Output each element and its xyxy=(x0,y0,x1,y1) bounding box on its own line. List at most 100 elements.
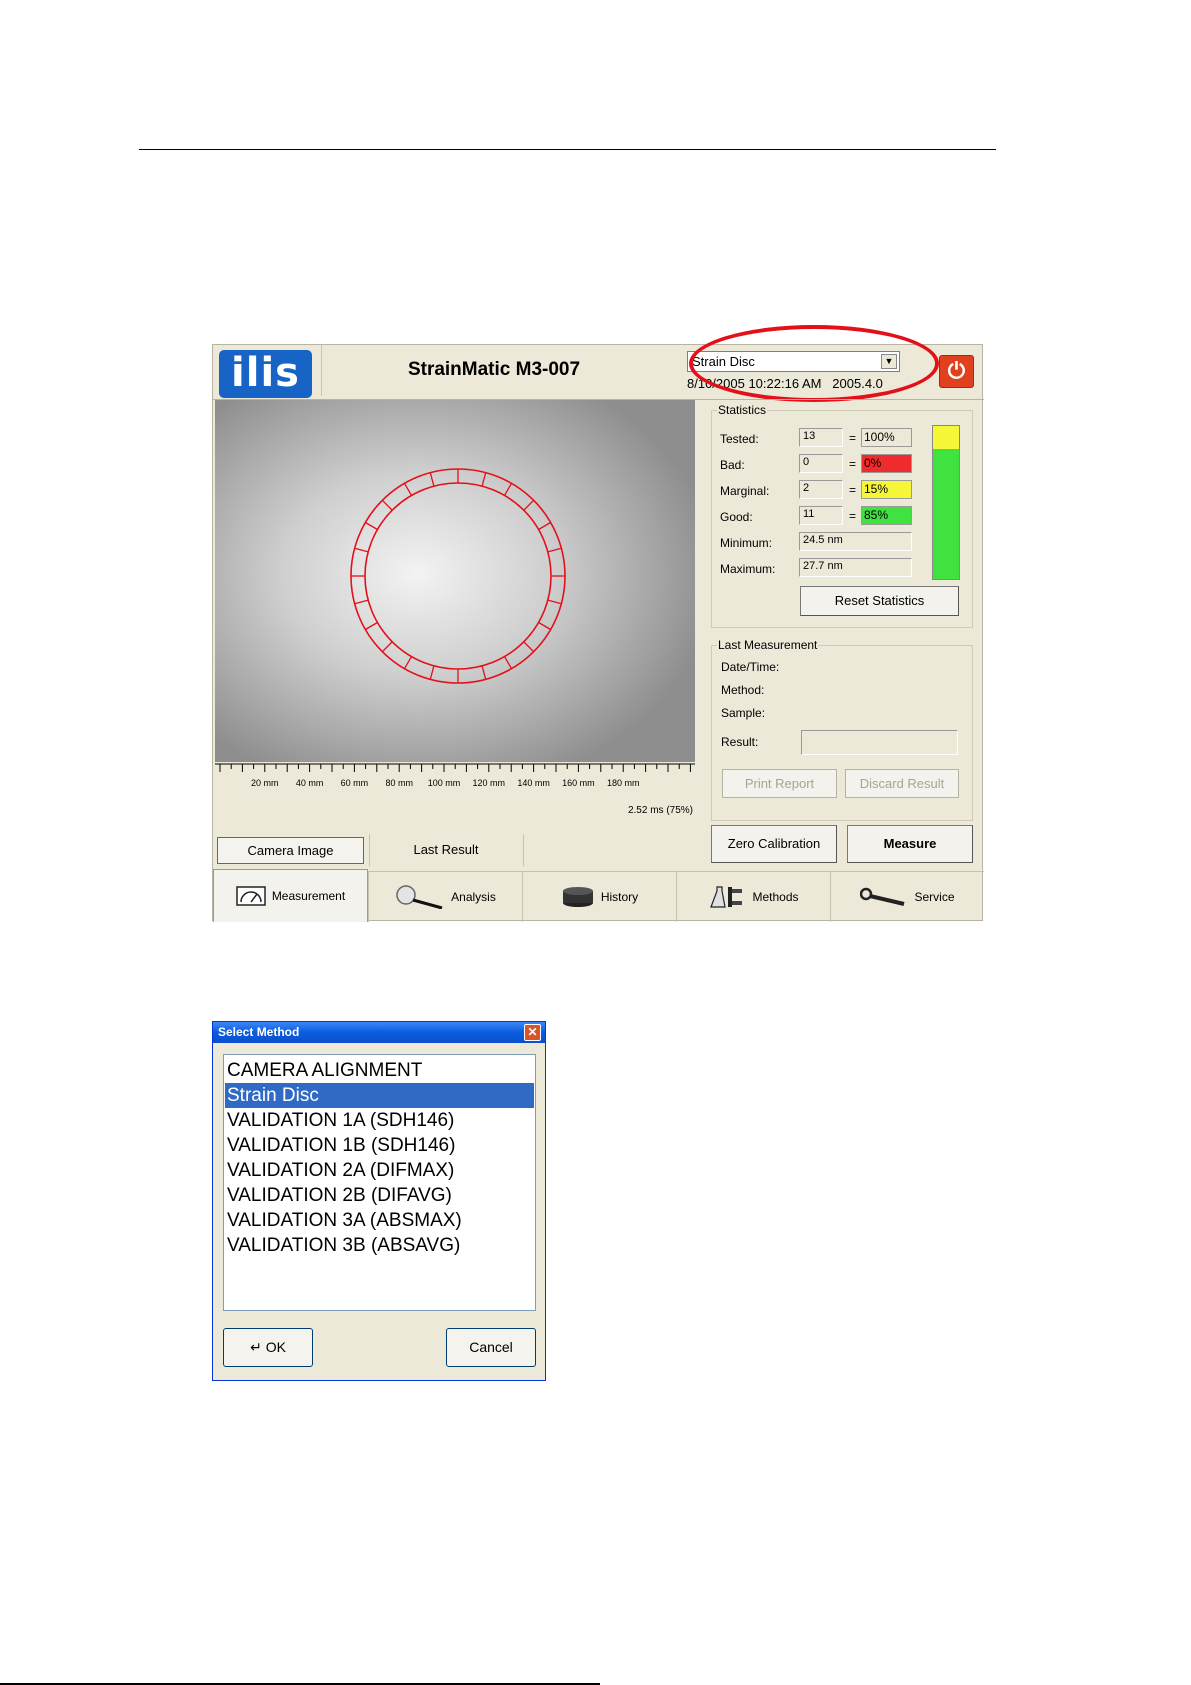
highlight-ellipse xyxy=(689,325,939,402)
tested-percent: 100% xyxy=(861,428,912,447)
ring-segment-tick xyxy=(381,499,393,511)
bad-percent: 0% xyxy=(861,454,912,473)
ring-segment-tick xyxy=(403,656,413,669)
quality-bar xyxy=(932,425,960,580)
reset-statistics-button[interactable]: Reset Statistics xyxy=(800,586,959,616)
close-icon[interactable]: ✕ xyxy=(524,1024,541,1041)
wrench-icon xyxy=(860,887,905,906)
ruler-label: 80 mm xyxy=(385,778,413,788)
ring-segment-tick xyxy=(523,641,535,653)
ruler-label: 40 mm xyxy=(296,778,324,788)
discard-result-button[interactable]: Discard Result xyxy=(845,769,959,798)
ring-segment-tick xyxy=(503,656,513,669)
minimum-label: Minimum: xyxy=(720,536,773,550)
quality-bar-marginal xyxy=(933,426,959,449)
tab-camera-image[interactable]: Camera Image xyxy=(217,837,364,864)
print-report-button[interactable]: Print Report xyxy=(722,769,837,798)
method-list-item[interactable]: VALIDATION 2A (DIFMAX) xyxy=(225,1158,534,1183)
app-title: StrainMatic M3-007 xyxy=(407,359,581,380)
magnifier-icon xyxy=(396,885,443,909)
tested-count: 13 xyxy=(799,428,843,447)
marginal-percent: 15% xyxy=(861,480,912,499)
ring-segment-tick xyxy=(523,499,535,511)
cancel-button[interactable]: Cancel xyxy=(446,1328,536,1367)
gauge-icon xyxy=(236,886,266,906)
ruler-label: 160 mm xyxy=(562,778,595,788)
exposure-percent: (75%) xyxy=(666,805,693,816)
ring-segment-tick xyxy=(381,641,393,653)
exposure-time: 2.52 ms xyxy=(627,805,664,816)
ring-segment-tick xyxy=(354,599,369,605)
view-tab-separator xyxy=(523,834,524,866)
tab-analysis[interactable]: Analysis xyxy=(368,871,522,922)
measure-button[interactable]: Measure xyxy=(847,825,973,863)
ring-segment-tick xyxy=(429,472,435,487)
maximum-label: Maximum: xyxy=(720,562,776,576)
power-button[interactable]: ⏻ xyxy=(939,355,974,388)
database-icon xyxy=(562,887,593,907)
maximum-value: 27.7 nm xyxy=(799,558,912,577)
method-list-item[interactable]: VALIDATION 1B (SDH146) xyxy=(225,1133,534,1158)
method-list-item[interactable]: Strain Disc xyxy=(225,1083,534,1108)
inner-ring xyxy=(364,482,552,670)
good-percent: 85% xyxy=(861,506,912,525)
page-rule-top xyxy=(139,149,996,150)
bad-label: Bad: xyxy=(720,458,745,472)
tab-history[interactable]: History xyxy=(522,871,676,922)
ruler-label: 20 mm xyxy=(251,778,279,788)
statistics-title: Statistics xyxy=(717,403,768,417)
method-listbox[interactable]: CAMERA ALIGNMENT Strain Disc VALIDATION 1A… xyxy=(223,1054,536,1311)
exposure-readout: 2.52 ms (75%) xyxy=(593,805,693,816)
ruler-label: 140 mm xyxy=(517,778,550,788)
dialog-title: Select Method xyxy=(213,1022,545,1043)
ring-segment-tick xyxy=(538,521,551,531)
ring-segment-tick xyxy=(503,483,513,496)
ok-button-label: OK xyxy=(265,1339,286,1355)
camera-ruler: 20 mm 40 mm 60 mm 80 mm 100 mm 120 mm 140 mm 16… xyxy=(215,763,695,788)
lab-flask-icon xyxy=(710,886,743,908)
tab-measurement-label: Measurement xyxy=(271,889,346,903)
tab-service[interactable]: Service xyxy=(830,871,984,922)
ring-segment-tick xyxy=(538,621,551,631)
strainmatic-window: ilis StrainMatic M3-007 Strain Disc ▼ 8/… xyxy=(212,325,984,922)
tab-last-result[interactable]: Last Result xyxy=(371,837,521,864)
method-list-item[interactable]: CAMERA ALIGNMENT xyxy=(225,1058,534,1083)
ring-segment-tick xyxy=(365,521,378,531)
tab-methods[interactable]: Methods xyxy=(676,871,830,922)
header-separator xyxy=(321,345,322,396)
tested-label: Tested: xyxy=(720,432,759,446)
ring-segment-tick xyxy=(547,599,562,605)
ilis-logo: ilis xyxy=(219,350,312,398)
method-label: Method: xyxy=(721,683,765,697)
bad-count: 0 xyxy=(799,454,843,473)
minimum-value: 24.5 nm xyxy=(799,532,912,551)
result-label: Result: xyxy=(721,735,759,749)
ring-segment-tick xyxy=(481,665,487,680)
ruler-label: 180 mm xyxy=(607,778,640,788)
ruler-label: 100 mm xyxy=(428,778,461,788)
tab-service-label: Service xyxy=(914,890,955,904)
tab-methods-label: Methods xyxy=(752,890,799,904)
ring-segment-tick xyxy=(481,472,487,487)
method-list-item[interactable]: VALIDATION 3A (ABSMAX) xyxy=(225,1208,534,1233)
method-list-item[interactable]: VALIDATION 2B (DIFAVG) xyxy=(225,1183,534,1208)
marginal-count: 2 xyxy=(799,480,843,499)
marginal-label: Marginal: xyxy=(720,484,770,498)
ok-button[interactable]: ↵ OK xyxy=(223,1328,313,1367)
marginal-equals: = xyxy=(849,483,857,497)
quality-bar-good xyxy=(933,449,959,579)
tab-measurement[interactable]: Measurement xyxy=(213,869,368,922)
tested-equals: = xyxy=(849,431,857,445)
good-label: Good: xyxy=(720,510,753,524)
ruler-label: 120 mm xyxy=(473,778,506,788)
good-equals: = xyxy=(849,509,857,523)
result-field xyxy=(801,730,958,755)
zero-calibration-button[interactable]: Zero Calibration xyxy=(711,825,837,863)
method-list-item[interactable]: VALIDATION 1A (SDH146) xyxy=(225,1108,534,1133)
ring-segment-tick xyxy=(429,665,435,680)
tab-analysis-label: Analysis xyxy=(451,890,496,904)
bad-equals: = xyxy=(849,457,857,471)
method-list-item[interactable]: VALIDATION 3B (ABSAVG) xyxy=(225,1233,534,1258)
ring-segment-tick xyxy=(365,621,378,631)
tab-history-label: History xyxy=(600,890,639,904)
